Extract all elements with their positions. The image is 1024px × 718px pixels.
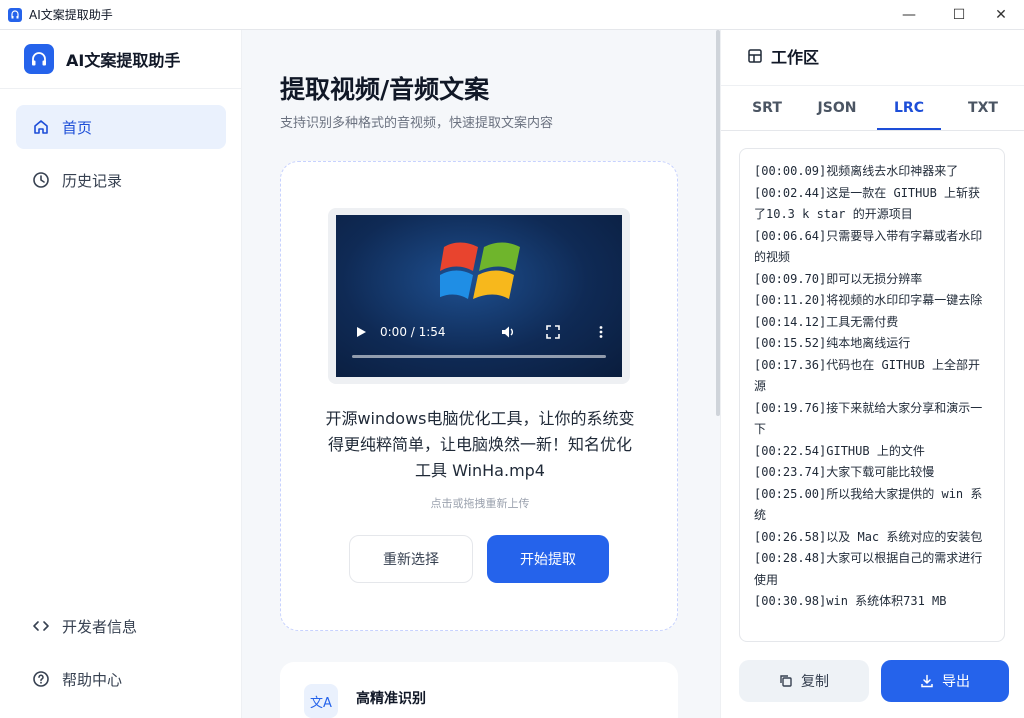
feature-title: 高精准识别 [356, 691, 426, 707]
upload-hint: 点击或拖拽重新上传 [430, 497, 530, 510]
title-bar: AI文案提取助手 — ☐ ✕ [0, 0, 1024, 30]
close-button[interactable]: ✕ [978, 0, 1024, 30]
code-icon [32, 617, 50, 635]
play-icon[interactable] [354, 325, 368, 339]
app-icon [8, 7, 22, 22]
copy-label: 复制 [801, 674, 829, 690]
sidebar: AI文案提取助手 首页 历史记录 开发者信息 帮助中心 [0, 30, 242, 718]
video-player[interactable]: 0:00 / 1:54 [336, 215, 622, 377]
video-progress-bar[interactable] [352, 355, 606, 358]
tab-lrc[interactable]: LRC [877, 100, 941, 130]
copy-button[interactable]: 复制 [739, 660, 869, 702]
sidebar-item-history[interactable]: 历史记录 [16, 158, 226, 202]
volume-icon[interactable] [500, 324, 516, 340]
export-button[interactable]: 导出 [881, 660, 1009, 702]
copy-icon [780, 675, 792, 687]
sidebar-item-label: 首页 [62, 118, 93, 137]
page-title: 提取视频/音频文案 [280, 75, 490, 104]
close-icon: ✕ [995, 7, 1007, 23]
video-time: 0:00 / 1:54 [380, 325, 446, 339]
video-frame: 0:00 / 1:54 [328, 208, 630, 384]
main-content: 提取视频/音频文案 支持识别多种格式的音视频，快速提取文案内容 0:00 / 1… [242, 30, 716, 718]
tab-underline-track [721, 130, 1024, 131]
page-subtitle: 支持识别多种格式的音视频，快速提取文案内容 [280, 116, 554, 131]
minimize-button[interactable]: — [886, 0, 932, 30]
lrc-content: [00:00.09]视频离线去水印神器来了 [00:02.44]这是一款在 GI… [754, 164, 983, 608]
sidebar-item-label: 历史记录 [62, 171, 123, 190]
fullscreen-icon[interactable] [546, 325, 560, 339]
minimize-icon: — [902, 7, 916, 23]
sidebar-item-label: 帮助中心 [62, 670, 123, 689]
tab-srt[interactable]: SRT [743, 100, 791, 130]
layout-icon [748, 49, 762, 63]
headphones-icon [24, 44, 54, 74]
clock-icon [32, 171, 50, 189]
export-label: 导出 [942, 674, 970, 690]
window-title: AI文案提取助手 [29, 8, 113, 22]
tab-json[interactable]: JSON [809, 100, 865, 130]
maximize-icon: ☐ [952, 7, 966, 23]
workspace-header: 工作区 [747, 44, 819, 68]
sidebar-item-label: 开发者信息 [62, 617, 138, 636]
divider [0, 88, 242, 89]
help-circle-icon [32, 670, 50, 688]
reselect-button[interactable]: 重新选择 [349, 535, 473, 583]
sidebar-item-developer[interactable]: 开发者信息 [16, 604, 226, 648]
divider [721, 85, 1024, 86]
lrc-output-area[interactable]: [00:00.09]视频离线去水印神器来了 [00:02.44]这是一款在 GI… [739, 148, 1005, 642]
file-name: 开源windows电脑优化工具，让你的系统变得更纯粹简单，让电脑焕然一新！知名优… [325, 409, 635, 480]
feature-card: 文A 高精准识别 [280, 662, 678, 718]
upload-dropzone[interactable]: 0:00 / 1:54 开源windows电脑优化工具，让你的系统变得更纯粹简单… [280, 161, 678, 631]
more-vertical-icon[interactable] [594, 325, 608, 339]
workspace-title: 工作区 [771, 48, 820, 67]
brand-name: AI文案提取助手 [66, 51, 181, 70]
tab-txt[interactable]: TXT [959, 100, 1007, 130]
brand: AI文案提取助手 [24, 44, 180, 74]
maximize-button[interactable]: ☐ [936, 0, 982, 30]
home-icon [32, 118, 50, 136]
download-icon [921, 674, 933, 688]
translate-icon: 文A [304, 684, 338, 718]
start-extract-button[interactable]: 开始提取 [487, 535, 609, 583]
workspace-panel: 工作区 SRT JSON LRC TXT [00:00.09]视频离线去水印神器… [720, 30, 1024, 718]
sidebar-item-home[interactable]: 首页 [16, 105, 226, 149]
sidebar-item-help[interactable]: 帮助中心 [16, 657, 226, 701]
windows-logo-thumbnail [440, 242, 520, 299]
